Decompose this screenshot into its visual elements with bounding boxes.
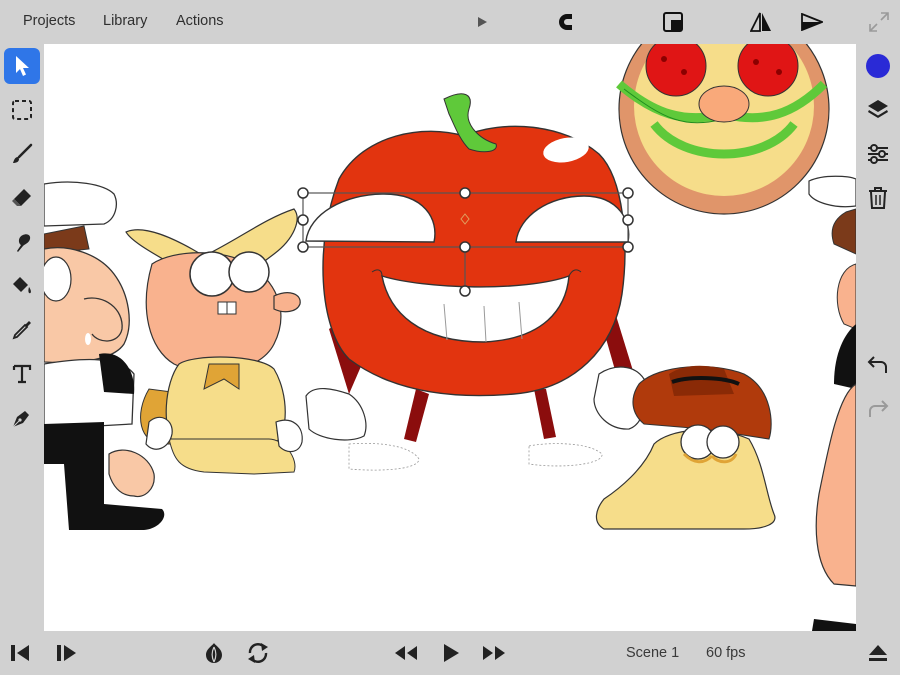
pizza-character[interactable]: [616, 44, 830, 215]
onion-skin-icon[interactable]: [200, 640, 228, 666]
color-swatch[interactable]: [862, 50, 894, 82]
smudge-tool[interactable]: [4, 224, 40, 260]
smudge-icon: [17, 234, 31, 252]
send-icon[interactable]: [799, 10, 825, 34]
top-bar: Projects Library Actions: [0, 0, 900, 44]
flip-icon[interactable]: [748, 10, 774, 34]
drawing-canvas[interactable]: [44, 44, 856, 631]
eraser-tool[interactable]: [4, 180, 40, 216]
adjustments-icon[interactable]: [862, 138, 894, 170]
trash-icon[interactable]: [862, 182, 894, 214]
dashed-rectangle-icon: [12, 100, 32, 120]
brush-icon: [13, 143, 33, 163]
play-preview-icon[interactable]: [469, 10, 495, 34]
play-icon[interactable]: [437, 640, 465, 666]
cream-character[interactable]: [125, 208, 303, 475]
paint-bucket-tool[interactable]: [4, 268, 40, 304]
magnet-icon[interactable]: [556, 10, 582, 34]
select-arrow-tool[interactable]: [4, 48, 40, 84]
pen-nib-icon: [12, 411, 29, 428]
right-toolbar: [856, 44, 900, 631]
menu-library[interactable]: Library: [103, 13, 147, 29]
brush-tool[interactable]: [4, 136, 40, 172]
marquee-select-tool[interactable]: [4, 92, 40, 128]
layer-order-icon[interactable]: [660, 10, 686, 34]
undo-icon[interactable]: [862, 350, 894, 382]
loop-icon[interactable]: [244, 640, 272, 666]
eyedropper-icon: [12, 321, 31, 340]
tomato-character[interactable]: [305, 93, 647, 471]
fast-forward-icon[interactable]: [480, 640, 508, 666]
text-tool[interactable]: [4, 356, 40, 392]
text-icon: [12, 364, 32, 384]
eyedropper-tool[interactable]: [4, 312, 40, 348]
step-back-icon[interactable]: [7, 640, 35, 666]
arrow-cursor-icon: [16, 56, 29, 76]
chef-character-right[interactable]: [808, 175, 856, 631]
left-toolbar: [0, 44, 44, 631]
step-forward-icon[interactable]: [53, 640, 81, 666]
paint-bucket-icon: [13, 277, 31, 294]
layers-icon[interactable]: [862, 94, 894, 126]
menu-projects[interactable]: Projects: [23, 13, 75, 29]
scene-label[interactable]: Scene 1: [626, 645, 679, 661]
fps-label[interactable]: 60 fps: [706, 645, 746, 661]
expand-icon[interactable]: [866, 10, 892, 34]
rewind-icon[interactable]: [392, 640, 420, 666]
redo-icon[interactable]: [862, 394, 894, 426]
eraser-icon: [12, 189, 31, 206]
eject-icon[interactable]: [864, 640, 892, 666]
menu-actions[interactable]: Actions: [176, 13, 224, 29]
pen-tool[interactable]: [4, 400, 40, 436]
